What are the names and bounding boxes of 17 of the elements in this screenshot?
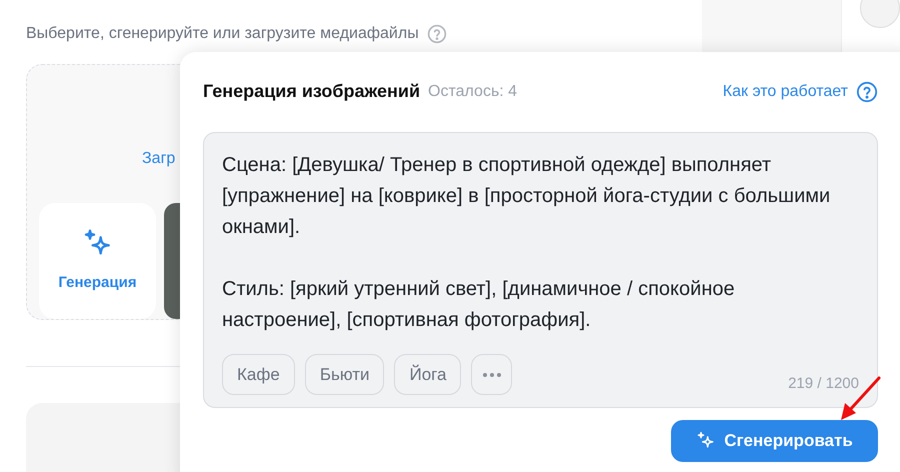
prompt-field[interactable]	[203, 132, 878, 408]
how-it-works-link[interactable]: Как это работает	[722, 80, 848, 104]
more-icon	[482, 372, 501, 376]
character-counter: 219 / 1200	[788, 374, 859, 394]
upload-label[interactable]: Загр	[142, 147, 176, 171]
tag-chip[interactable]: Бьюти	[304, 354, 384, 395]
section-subtitle: Выберите, сгенерируйте или загрузите медиафайлы	[26, 24, 419, 44]
popup-title: Генерация изображений	[203, 80, 420, 103]
prompt-text: Сцена: [Девушка/ Тренер в спортивной одежде] выполняет [упражнение] на [коврике] в [просторной йога-студии с большими окнами]. Стиль: [яркий утренний свет], [динамичное / спокойное настроение], [спортивная фотография].	[222, 153, 832, 333]
tag-chip[interactable]: Йога	[394, 354, 462, 395]
generate-tile[interactable]: Генерация	[39, 203, 156, 319]
help-icon[interactable]	[856, 80, 878, 102]
help-icon[interactable]	[426, 24, 447, 44]
remaining-count: Осталось: 4	[428, 82, 518, 102]
more-tags-button[interactable]	[471, 354, 512, 395]
tag-chip[interactable]: Кафе	[222, 354, 295, 395]
generate-button[interactable]: Сгенерировать	[671, 420, 878, 462]
